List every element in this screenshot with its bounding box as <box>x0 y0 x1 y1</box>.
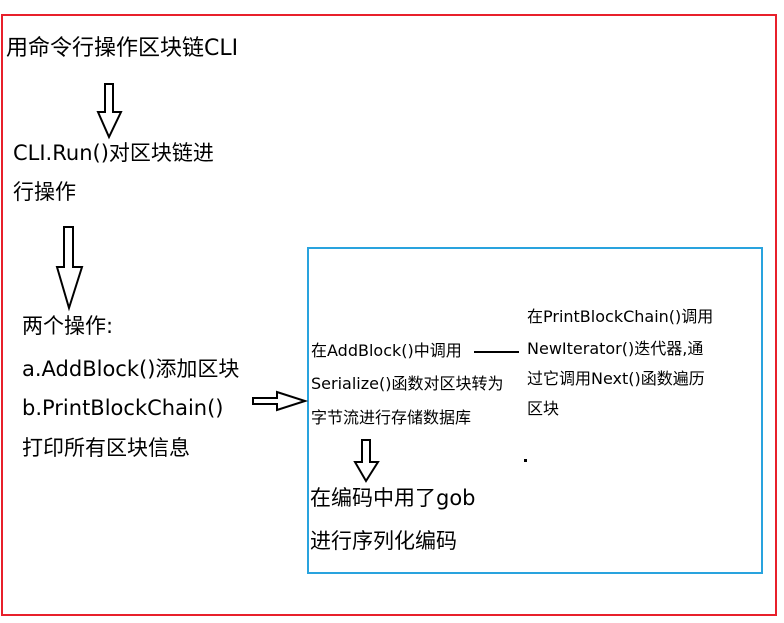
node-ops-line4: 打印所有区块信息 <box>22 436 190 460</box>
node-ops-line2: a.AddBlock()添加区块 <box>22 357 240 381</box>
connector-line <box>474 351 519 353</box>
node-addblock-line3: 字节流进行存储数据库 <box>311 408 472 427</box>
node-print-line3: 过它调用Next()函数遍历 <box>527 369 705 388</box>
down-arrow-2 <box>55 226 84 312</box>
down-arrow-1 <box>96 83 123 140</box>
node-gob-line2: 进行序列化编码 <box>310 529 457 553</box>
stray-dot <box>524 459 527 462</box>
node-ops-line1: 两个操作: <box>22 314 114 338</box>
node-print-line1: 在PrintBlockChain()调用 <box>527 307 714 326</box>
node-cli-title: 用命令行操作区块链CLI <box>6 36 239 61</box>
node-print-line2: NewIterator()迭代器,通 <box>527 339 704 358</box>
node-gob-line1: 在编码中用了gob <box>310 486 476 510</box>
node-run-line2: 行操作 <box>13 180 76 204</box>
node-addblock-line2: Serialize()函数对区块转为 <box>311 374 504 393</box>
right-arrow <box>252 390 309 412</box>
down-arrow-3 <box>353 439 380 483</box>
node-addblock-line1: 在AddBlock()中调用 <box>311 341 462 360</box>
node-ops-line3: b.PrintBlockChain() <box>22 396 224 420</box>
node-print-line4: 区块 <box>527 399 560 418</box>
node-run-line1: CLI.Run()对区块链进 <box>13 141 214 165</box>
